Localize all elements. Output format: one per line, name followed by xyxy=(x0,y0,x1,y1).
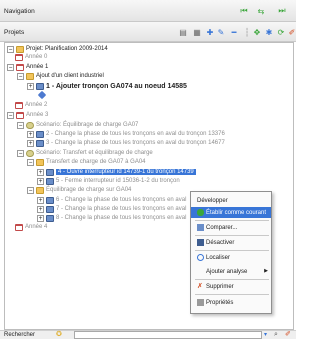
tree-node-ajout[interactable]: − Ajout d'un client industriel xyxy=(17,71,104,81)
task-icon xyxy=(46,177,54,185)
tree-node-diamond[interactable] xyxy=(37,90,47,100)
menu-comparer[interactable]: Comparer... xyxy=(191,222,271,233)
expand-icon[interactable]: + xyxy=(27,82,34,90)
folder-icon xyxy=(36,158,44,166)
expand-icon[interactable]: + xyxy=(37,168,44,176)
folder-icon xyxy=(36,186,44,194)
projects-toolbar: Projets ▤ ▦ ✚ ✎ ━ ┇ ✥ ✱ ⟳ ✐ xyxy=(0,22,296,42)
collapse-icon[interactable]: − xyxy=(27,186,34,194)
expand-icon[interactable]: ✥ xyxy=(252,27,262,37)
submenu-arrow-icon: ▶ xyxy=(264,268,268,274)
settings-icon[interactable]: ✱ xyxy=(264,27,274,37)
dropdown-icon[interactable]: ▾ xyxy=(264,331,267,339)
menu-supprimer[interactable]: ✗ Supprimer xyxy=(191,281,271,292)
menu-separator xyxy=(195,250,269,251)
expand-icon[interactable]: + xyxy=(27,130,34,138)
disabled-icon[interactable]: ┇ xyxy=(242,27,252,37)
edit-icon[interactable]: ✎ xyxy=(216,27,226,37)
search-input[interactable] xyxy=(74,331,262,339)
nav-back-forward-icon[interactable]: ⇆ xyxy=(256,6,266,16)
new-icon[interactable]: ▤ xyxy=(178,27,188,37)
refresh-icon[interactable]: ⟳ xyxy=(276,27,286,37)
set-current-icon xyxy=(197,209,204,216)
navigation-title: Navigation xyxy=(4,8,35,15)
menu-localiser[interactable]: Localiser xyxy=(191,252,271,263)
tree-node-annee2[interactable]: Année 2 xyxy=(15,100,47,110)
scenario-icon xyxy=(26,149,34,157)
task-icon xyxy=(36,139,44,147)
search-label: Rechercher xyxy=(4,332,36,338)
locate-icon xyxy=(197,254,204,261)
menu-desactiver[interactable]: Désactiver xyxy=(191,237,271,248)
tree-node-annee0[interactable]: Année 0 xyxy=(15,52,47,62)
calendar-icon xyxy=(16,111,24,119)
task-icon xyxy=(46,214,54,222)
tree-node-task-3[interactable]: + 3 - Change la phase de tous les tronço… xyxy=(27,138,225,148)
element-icon xyxy=(37,90,47,100)
deactivate-icon xyxy=(197,239,204,246)
nav-last-icon[interactable]: ⏭ xyxy=(277,6,287,16)
menu-separator xyxy=(195,279,269,280)
collapse-icon[interactable]: − xyxy=(17,149,24,157)
expand-icon[interactable]: + xyxy=(37,196,44,204)
clear-icon[interactable]: ✐ xyxy=(285,331,291,339)
delete-icon[interactable]: ✐ xyxy=(287,27,297,37)
expand-icon[interactable]: + xyxy=(37,205,44,213)
calendar-icon xyxy=(16,63,24,71)
collapse-icon[interactable]: − xyxy=(17,121,24,129)
menu-etablir-courant[interactable]: Établir comme courant xyxy=(191,207,271,218)
properties-icon xyxy=(197,299,204,306)
collapse-icon[interactable]: − xyxy=(7,111,14,119)
remove-icon[interactable]: ━ xyxy=(229,27,239,37)
projects-title: Projets xyxy=(4,29,25,36)
calendar-icon xyxy=(15,101,23,109)
collapse-icon[interactable]: − xyxy=(7,63,14,71)
expand-icon[interactable]: + xyxy=(27,139,34,147)
task-icon xyxy=(46,196,54,204)
compare-icon xyxy=(197,224,204,231)
menu-proprietes[interactable]: Propriétés xyxy=(191,297,271,308)
scenario-icon xyxy=(26,121,34,129)
tree-node-task-8[interactable]: + 8 - Change la phase de tous les tronço… xyxy=(37,213,186,223)
tree-node-annee4[interactable]: Année 4 xyxy=(15,222,47,232)
search-icon[interactable]: ⌕ xyxy=(274,331,278,339)
collapse-icon[interactable]: − xyxy=(17,72,24,80)
properties-icon[interactable]: ▦ xyxy=(192,27,202,37)
task-icon xyxy=(36,130,44,138)
context-menu: Développer Établir comme courant Compare… xyxy=(190,191,272,314)
calendar-icon xyxy=(15,53,23,61)
tree-node-equilibrage[interactable]: − Équilibrage de charge sur GA04 xyxy=(27,185,131,195)
task-icon xyxy=(46,205,54,213)
task-icon xyxy=(36,82,44,90)
menu-developper[interactable]: Développer xyxy=(191,195,271,206)
task-icon xyxy=(46,168,54,176)
expand-icon[interactable]: + xyxy=(37,177,44,185)
menu-ajouter-analyse[interactable]: Ajouter analyse ▶ xyxy=(191,266,271,277)
tree-node-task-1[interactable]: + 1 - Ajouter tronçon GA074 au noeud 145… xyxy=(27,81,187,91)
delete-icon: ✗ xyxy=(197,283,203,290)
add-icon[interactable]: ✚ xyxy=(205,27,215,37)
folder-icon xyxy=(26,72,34,80)
menu-separator xyxy=(195,294,269,295)
search-bar: Rechercher ✪ ▾ ⌕ ✐ xyxy=(0,330,296,339)
search-tool-icon[interactable]: ✪ xyxy=(56,331,62,339)
menu-separator xyxy=(195,220,269,221)
navigation-bar: Navigation ⏮ ⇆ ⏭ xyxy=(0,0,296,22)
expand-icon[interactable]: + xyxy=(37,214,44,222)
nav-first-icon[interactable]: ⏮ xyxy=(239,6,249,16)
calendar-icon xyxy=(15,223,23,231)
tree-node-annee3[interactable]: − Année 3 xyxy=(7,110,48,120)
collapse-icon[interactable]: − xyxy=(27,158,34,166)
menu-separator xyxy=(195,235,269,236)
tree-node-transfert[interactable]: − Transfert de charge de GA07 à GA04 xyxy=(27,157,146,167)
collapse-icon[interactable]: − xyxy=(7,45,14,53)
